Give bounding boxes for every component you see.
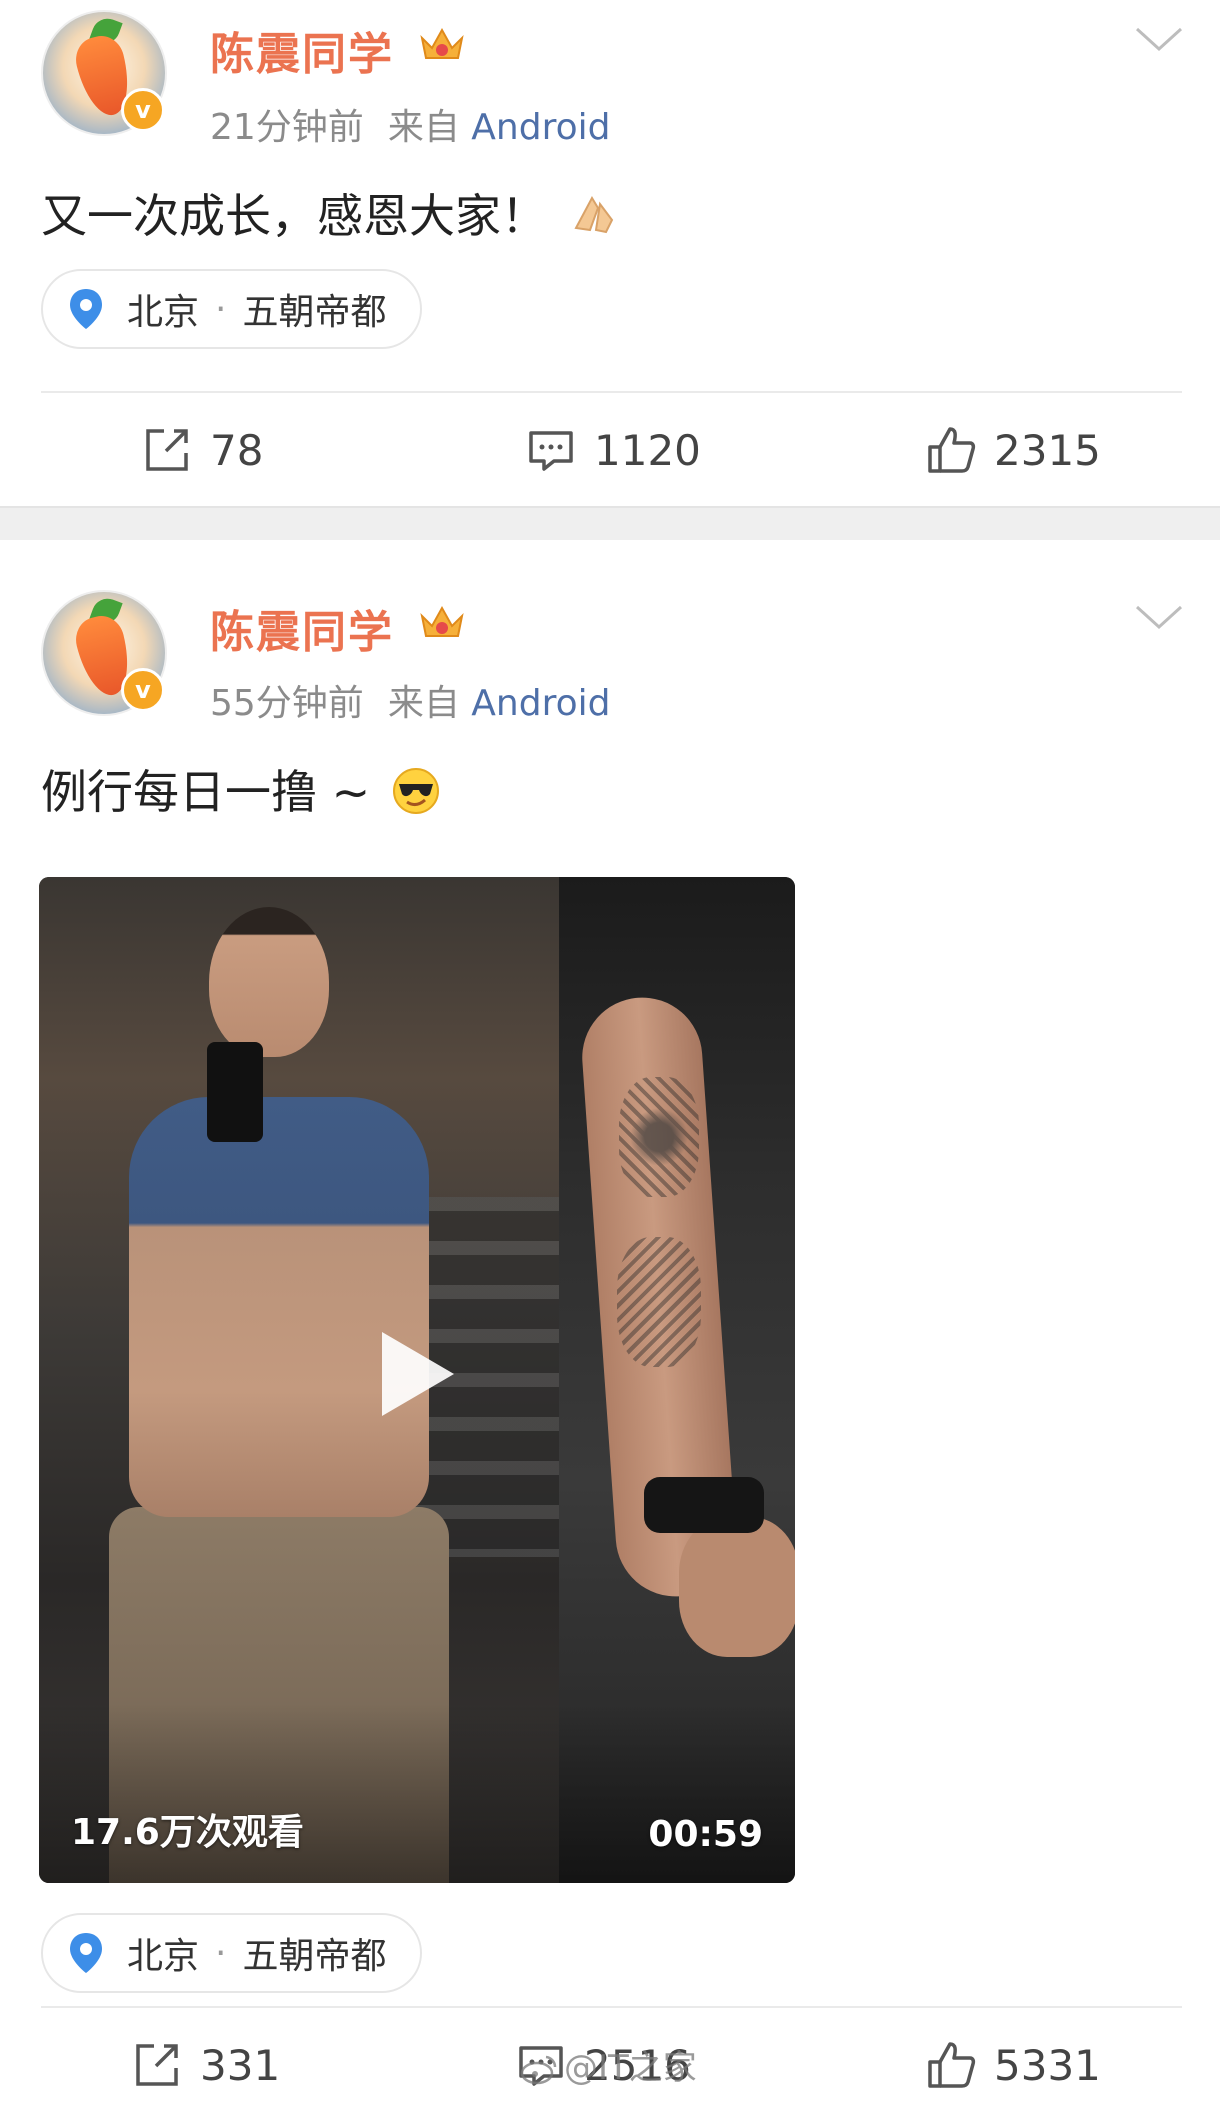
video-gradient-overlay [39, 1703, 795, 1883]
location-separator: · [215, 1932, 227, 1974]
cool-face-emoji-icon [392, 768, 439, 814]
video-tattoo [617, 1237, 701, 1367]
post-meta: 21分钟前 来自 Android [210, 98, 610, 150]
video-figure-torso [129, 1097, 429, 1517]
user-avatar[interactable]: v [41, 10, 167, 136]
user-avatar[interactable]: v [41, 590, 167, 716]
post-text: 例行每日一撸 ~ [41, 756, 441, 822]
repost-button[interactable]: 331 [132, 2040, 280, 2090]
video-tattoo [619, 1077, 699, 1197]
from-label: 来自 [387, 683, 460, 724]
divider [41, 2006, 1182, 2008]
location-tag[interactable]: 北京 · 五朝帝都 [41, 269, 423, 349]
video-hand [679, 1517, 795, 1657]
location-separator: · [215, 288, 227, 330]
thumbs-up-icon [928, 2042, 976, 2088]
divider [41, 391, 1182, 393]
video-phone [207, 1042, 263, 1142]
post-text: 又一次成长，感恩大家！ [41, 180, 618, 246]
location-city: 北京 [127, 292, 200, 333]
video-figure-head [209, 907, 329, 1057]
pray-hands-icon [574, 195, 613, 234]
post-time: 21分钟前 [210, 107, 364, 148]
crown-icon [420, 605, 464, 637]
post-meta: 55分钟前 来自 Android [210, 674, 610, 726]
verified-badge-icon: v [121, 668, 165, 712]
weibo-post-1: v 陈震同学 21分钟前 来自 Android 又一次成长，感恩大家！ 北京 · … [0, 0, 1220, 506]
location-tagline: 五朝帝都 [242, 1936, 387, 1977]
watermark: @IT之家 [520, 2040, 697, 2089]
username[interactable]: 陈震同学 [210, 18, 394, 82]
video-view-count: 17.6万次观看 [71, 1812, 304, 1853]
chevron-down-icon[interactable] [1134, 24, 1184, 54]
repost-icon [136, 2044, 178, 2086]
comment-icon [529, 431, 573, 471]
location-pin-icon [70, 1933, 102, 1973]
verified-badge-icon: v [121, 88, 165, 132]
source-link[interactable]: Android [471, 683, 610, 724]
play-icon[interactable] [382, 1332, 454, 1416]
crown-icon [420, 27, 464, 59]
location-pin-icon [70, 289, 102, 329]
comment-button[interactable]: 1120 [526, 425, 701, 475]
like-button[interactable]: 2315 [926, 425, 1101, 475]
repost-button[interactable]: 78 [142, 425, 263, 475]
feed-separator [0, 506, 1220, 540]
repost-icon [146, 429, 188, 471]
action-bar: 78 1120 2315 [0, 411, 1220, 491]
weibo-logo-icon [520, 2055, 557, 2085]
location-city: 北京 [127, 1936, 200, 1977]
like-button[interactable]: 5331 [926, 2040, 1101, 2090]
video-duration: 00:59 [648, 1814, 763, 1855]
chevron-down-icon[interactable] [1134, 602, 1184, 632]
location-tag[interactable]: 北京 · 五朝帝都 [41, 1913, 423, 1993]
from-label: 来自 [387, 107, 460, 148]
source-link[interactable]: Android [471, 107, 610, 148]
video-player[interactable]: 17.6万次观看 00:59 [39, 877, 795, 1883]
post-time: 55分钟前 [210, 683, 364, 724]
username[interactable]: 陈震同学 [210, 596, 394, 660]
thumbs-up-icon [928, 427, 976, 473]
video-watch [644, 1477, 764, 1533]
location-tagline: 五朝帝都 [242, 292, 387, 333]
weibo-post-2: v 陈震同学 55分钟前 来自 Android 例行每日一撸 ~ 17.6万次观… [0, 540, 1220, 2100]
